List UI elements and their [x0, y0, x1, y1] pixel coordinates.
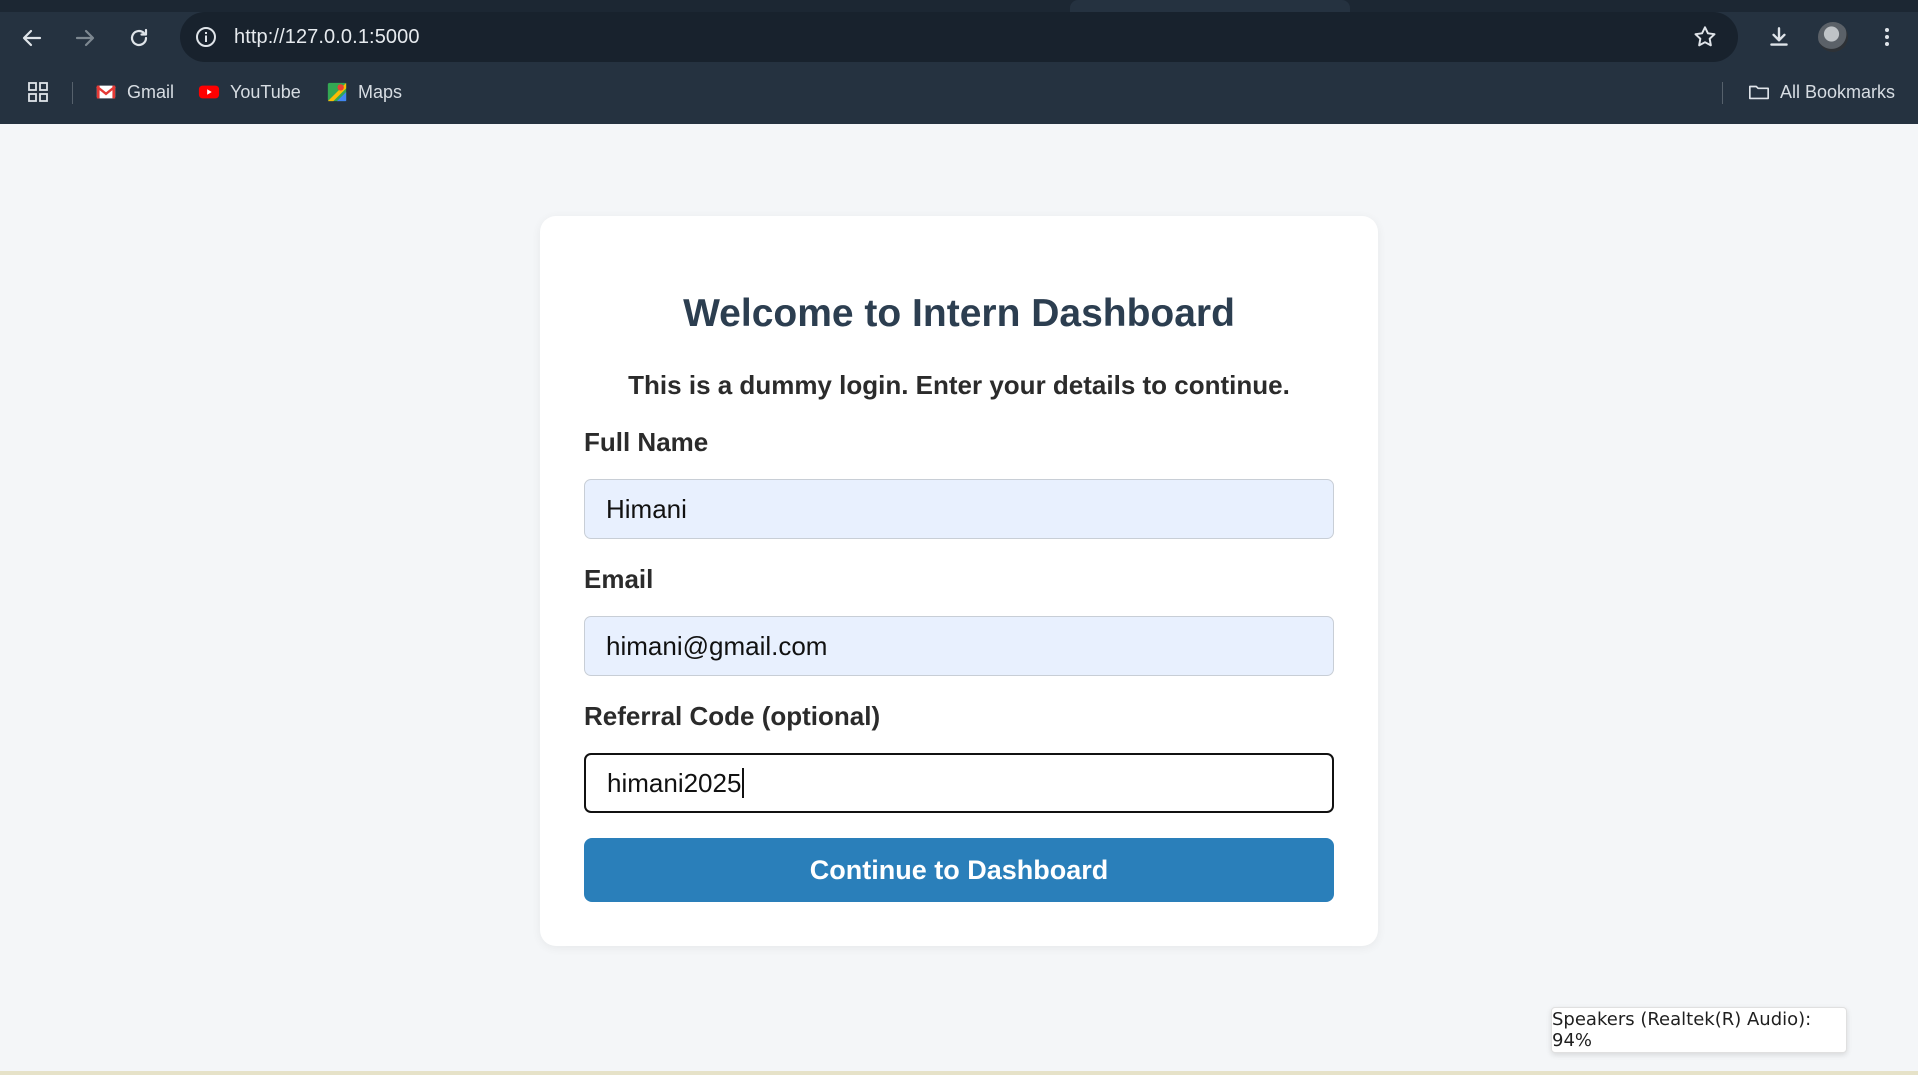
more-vert-icon	[1885, 28, 1889, 46]
bookmark-youtube[interactable]: YouTube	[198, 74, 301, 110]
downloads-button[interactable]	[1760, 18, 1798, 56]
site-info-icon[interactable]	[192, 23, 220, 51]
full-name-value: Himani	[606, 493, 687, 524]
bookmark-maps[interactable]: Maps	[326, 74, 402, 110]
bookmark-label: Maps	[358, 81, 403, 102]
referral-code-value: himani2025	[607, 767, 742, 798]
gmail-icon	[95, 81, 117, 103]
referral-code-label: Referral Code (optional)	[584, 701, 881, 731]
page-subtitle: This is a dummy login. Enter your detail…	[628, 370, 1290, 400]
bookmark-star-icon[interactable]	[1692, 24, 1718, 50]
url-text[interactable]: http://127.0.0.1:5000	[234, 26, 420, 49]
bookmarks-divider	[1722, 82, 1723, 104]
bookmark-gmail[interactable]: Gmail	[95, 74, 174, 110]
youtube-icon	[198, 81, 220, 103]
maps-icon	[326, 81, 348, 103]
email-input[interactable]: himani@gmail.com	[584, 616, 1334, 676]
reload-button[interactable]	[121, 20, 157, 56]
folder-icon	[1748, 81, 1770, 103]
arrow-left-icon	[22, 29, 42, 47]
continue-button[interactable]: Continue to Dashboard	[584, 838, 1334, 902]
browser-chrome: http://127.0.0.1:5000 Gmail YouTube Maps…	[0, 0, 1918, 124]
text-caret	[742, 768, 745, 798]
bookmarks-bar: Gmail YouTube Maps All Bookmarks	[0, 74, 1918, 110]
avatar	[1818, 22, 1848, 52]
arrow-right-icon	[75, 29, 95, 47]
reload-icon	[130, 28, 148, 47]
bookmark-label: Gmail	[127, 81, 175, 102]
bookmarks-divider	[72, 82, 73, 104]
referral-code-input[interactable]: himani2025	[584, 753, 1334, 813]
back-button[interactable]	[14, 20, 50, 56]
all-bookmarks-label: All Bookmarks	[1780, 81, 1896, 102]
profile-button[interactable]	[1814, 18, 1852, 56]
email-label: Email	[584, 564, 654, 594]
email-value: himani@gmail.com	[606, 630, 828, 661]
active-tab[interactable]	[1070, 0, 1350, 12]
menu-button[interactable]	[1868, 18, 1906, 56]
volume-toast: Speakers (Realtek(R) Audio): 94%	[1551, 1007, 1847, 1053]
tab-strip	[0, 0, 1918, 12]
page-title: Welcome to Intern Dashboard	[683, 292, 1235, 335]
all-bookmarks-button[interactable]: All Bookmarks	[1748, 74, 1895, 110]
full-name-label: Full Name	[584, 427, 709, 457]
apps-grid-icon	[28, 82, 48, 102]
apps-button[interactable]	[26, 74, 50, 110]
address-bar[interactable]: http://127.0.0.1:5000	[180, 12, 1738, 62]
download-icon	[1770, 27, 1788, 46]
full-name-input[interactable]: Himani	[584, 479, 1334, 539]
bookmark-label: YouTube	[230, 81, 301, 102]
taskbar-edge	[0, 1071, 1918, 1075]
forward-button[interactable]	[67, 20, 103, 56]
